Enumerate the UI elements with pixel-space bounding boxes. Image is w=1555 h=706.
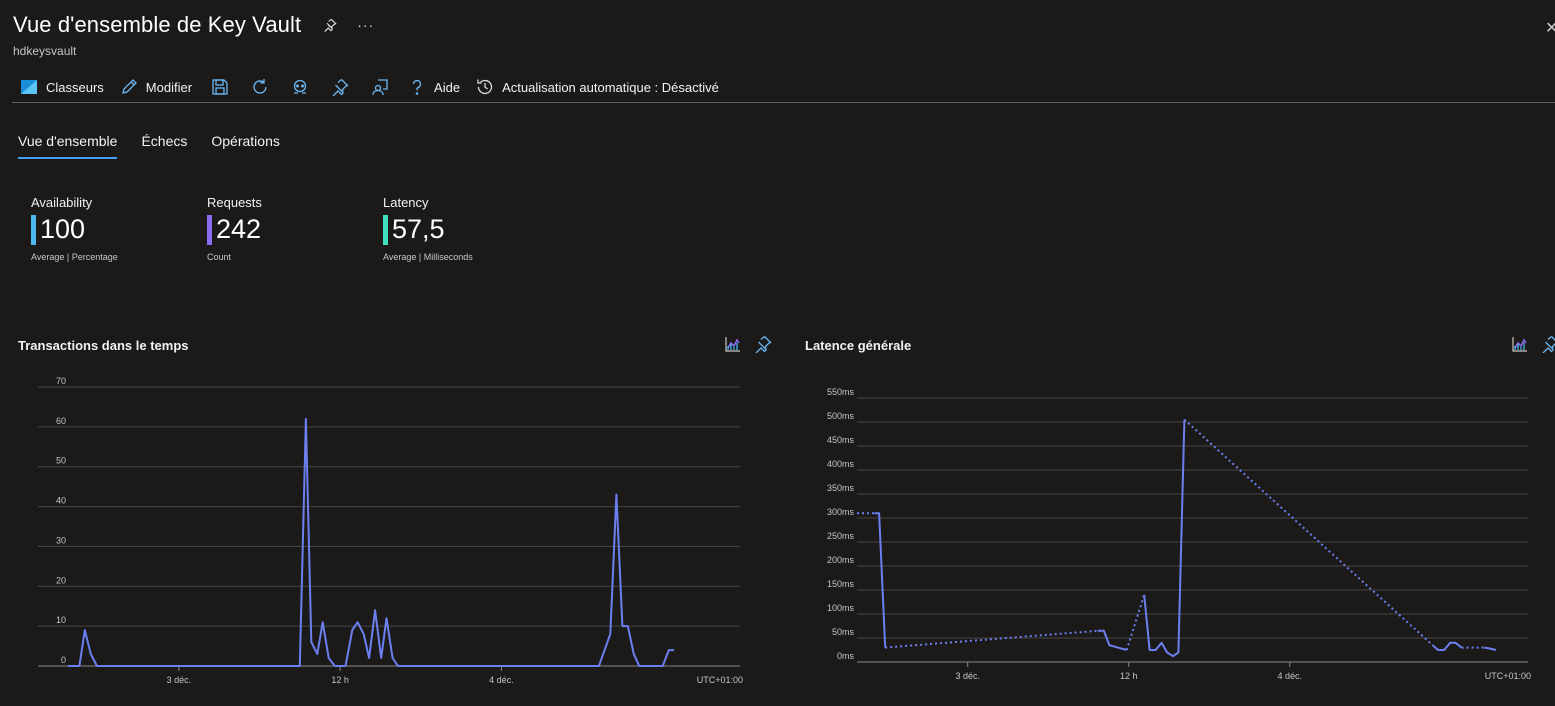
- x-tick-label: 12 h: [1120, 671, 1138, 681]
- share-button[interactable]: [360, 73, 400, 101]
- y-tick-label: 500ms: [827, 411, 855, 421]
- kpi-label: Requests: [207, 195, 262, 210]
- resource-name: hdkeysvault: [13, 44, 77, 58]
- help-icon: [412, 79, 422, 95]
- open-metrics-icon[interactable]: [724, 335, 742, 353]
- workbooks-button[interactable]: Classeurs: [12, 73, 112, 101]
- x-tick-label: 4 déc.: [1278, 671, 1303, 681]
- save-button[interactable]: [200, 73, 240, 101]
- series-line-dotted: [1183, 418, 1434, 646]
- latency-chart[interactable]: 0ms 50ms 100ms 150ms 200ms 250ms 300ms 350ms 400…: [787, 385, 1547, 695]
- pin-button[interactable]: [320, 73, 360, 101]
- kpi-latency[interactable]: Latency 57,5 Average | Milliseconds: [383, 195, 559, 262]
- transactions-chart[interactable]: 0 10 20 30 40 50 60 70 3 déc. 12 h 4 déc. UTC+01:00: [0, 375, 760, 695]
- y-tick-label: 250ms: [827, 531, 855, 541]
- y-tick-label: 50ms: [832, 627, 855, 637]
- kpi-unit: Average | Milliseconds: [383, 252, 473, 262]
- kpi-value: 242: [216, 214, 262, 244]
- y-tick-label: 550ms: [827, 387, 855, 397]
- x-tick-label: 3 déc.: [167, 675, 192, 685]
- workbooks-label: Classeurs: [46, 79, 104, 95]
- x-tick-label: 3 déc.: [955, 671, 980, 681]
- y-tick-label: 100ms: [827, 603, 855, 613]
- title-row: Vue d'ensemble de Key Vault ···: [13, 12, 374, 38]
- series-line: [1432, 641, 1463, 651]
- blade-header: Vue d'ensemble de Key Vault ··· hdkeysva…: [13, 12, 374, 58]
- pin-icon: [332, 79, 349, 96]
- kpi-color-bar: [31, 214, 36, 245]
- y-tick-label: 200ms: [827, 555, 855, 565]
- latency-chart-actions: [1499, 335, 1555, 353]
- y-tick-label: 70: [56, 376, 66, 386]
- open-metrics-icon[interactable]: [1511, 335, 1529, 353]
- clock-icon: [477, 79, 493, 95]
- workbooks-icon: [21, 80, 37, 94]
- y-tick-label: 50: [56, 456, 66, 466]
- edit-button[interactable]: Modifier: [112, 73, 200, 101]
- page-title: Vue d'ensemble de Key Vault: [13, 12, 302, 37]
- pin-chart-icon[interactable]: [754, 335, 772, 353]
- y-tick-label: 40: [56, 496, 66, 506]
- series-line: [874, 512, 887, 648]
- kpi-availability[interactable]: Availability 100 Average | Percentage: [31, 195, 207, 262]
- kpi-color-bar: [207, 214, 212, 245]
- timezone-label: UTC+01:00: [697, 675, 743, 685]
- y-tick-label: 400ms: [827, 459, 855, 469]
- y-tick-label: 30: [56, 535, 66, 545]
- series-line: [68, 417, 675, 667]
- refresh-button[interactable]: [240, 73, 280, 101]
- y-tick-label: 450ms: [827, 435, 855, 445]
- y-tick-label: 0ms: [837, 651, 855, 661]
- tab-strip: Vue d'ensemble Échecs Opérations: [18, 133, 304, 159]
- close-icon[interactable]: ✕: [1545, 18, 1555, 38]
- edit-label: Modifier: [145, 79, 193, 95]
- series-line-dotted: [885, 629, 1098, 649]
- pin-icon[interactable]: [323, 18, 337, 32]
- x-tick-label: 4 déc.: [489, 675, 514, 685]
- kpi-value: 100: [40, 214, 86, 244]
- tab-overview[interactable]: Vue d'ensemble: [18, 133, 118, 159]
- kpi-tiles: Availability 100 Average | Percentage Re…: [31, 195, 559, 262]
- y-tick-label: 20: [56, 575, 66, 585]
- y-tick-label: 0: [61, 655, 66, 665]
- share-icon: [372, 79, 388, 96]
- feedback-icon: [293, 79, 307, 94]
- transactions-chart-title: Transactions dans le temps: [18, 338, 189, 353]
- series-line: [1484, 646, 1497, 651]
- y-tick-label: 300ms: [827, 507, 855, 517]
- auto-refresh-label: Actualisation automatique : Désactivé: [502, 79, 719, 95]
- series-line-dotted: [1125, 594, 1146, 651]
- y-tick-label: 150ms: [827, 579, 855, 589]
- tab-failures[interactable]: Échecs: [141, 133, 187, 157]
- kpi-unit: Average | Percentage: [31, 252, 118, 262]
- tab-operations[interactable]: Opérations: [211, 133, 279, 157]
- feedback-button[interactable]: [280, 73, 320, 101]
- pencil-icon: [121, 79, 137, 94]
- pin-chart-icon[interactable]: [1541, 335, 1555, 353]
- kpi-unit: Count: [207, 252, 232, 262]
- help-label: Aide: [434, 79, 461, 95]
- timezone-label: UTC+01:00: [1485, 671, 1531, 681]
- y-tick-label: 350ms: [827, 483, 855, 493]
- refresh-icon: [253, 79, 267, 94]
- x-tick-label: 12 h: [331, 675, 349, 685]
- save-icon: [212, 79, 228, 95]
- latency-chart-title: Latence générale: [805, 338, 912, 353]
- transactions-chart-actions: [712, 335, 772, 353]
- help-button[interactable]: Aide: [400, 73, 468, 101]
- kpi-value: 57,5: [392, 214, 445, 244]
- kpi-requests[interactable]: Requests 242 Count: [207, 195, 383, 262]
- more-options-icon[interactable]: ···: [357, 17, 374, 33]
- y-tick-label: 60: [56, 416, 66, 426]
- kpi-label: Latency: [383, 195, 429, 210]
- auto-refresh-button[interactable]: Actualisation automatique : Désactivé: [468, 73, 727, 101]
- series-line: [1097, 629, 1127, 651]
- command-bar: Classeurs Modifier Aide Actualisation au…: [12, 72, 1555, 103]
- y-tick-label: 10: [56, 615, 66, 625]
- kpi-label: Availability: [31, 195, 93, 210]
- series-line: [1143, 419, 1186, 658]
- kpi-color-bar: [383, 214, 388, 245]
